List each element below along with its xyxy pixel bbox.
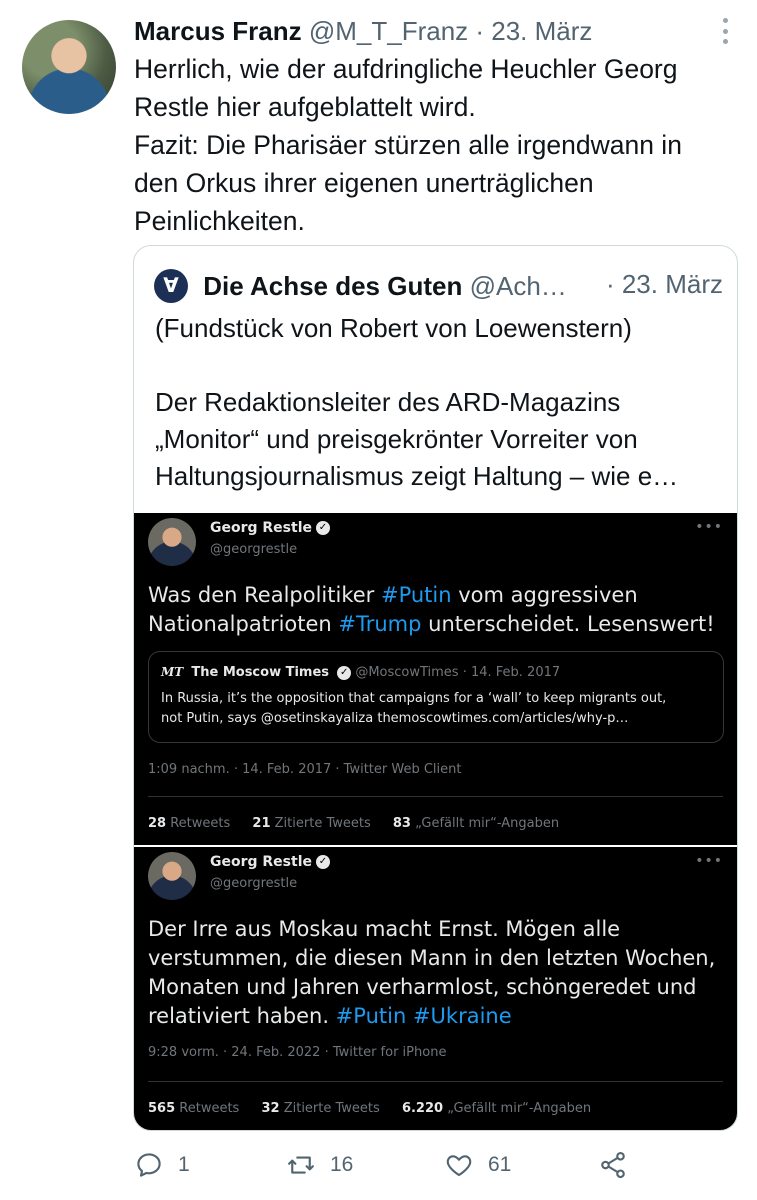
verified-icon: ✓ — [316, 521, 330, 535]
tweet-text: Herrlich, wie der aufdringliche Heuchler… — [134, 54, 682, 236]
like-label: „Gefällt mir“-Angaben — [415, 816, 560, 831]
divider — [148, 1081, 723, 1082]
share-icon — [601, 1151, 625, 1179]
avatar — [148, 518, 196, 566]
heart-icon — [446, 1155, 472, 1177]
author-name[interactable]: Marcus Franz — [134, 16, 302, 46]
hashtag: #Ukraine — [412, 1004, 512, 1028]
quoted-date: · 23. März — [605, 269, 723, 299]
panel-tweet-text: Der Irre aus Moskau macht Ernst. Mögen a… — [148, 915, 723, 1031]
quoted-name: Die Achse des Guten — [203, 271, 463, 302]
author-avatar[interactable] — [22, 20, 116, 114]
retweet-icon — [288, 1156, 314, 1174]
retweet-button[interactable]: 16 — [286, 1148, 353, 1182]
divider — [148, 796, 723, 797]
more-icon[interactable] — [721, 18, 729, 44]
quote-count: 21 — [252, 816, 271, 831]
panel-name-text: Georg Restle — [210, 520, 312, 536]
panel-stats: 28 Retweets 21 Zitierte Tweets 83 „Gefäl… — [148, 816, 577, 831]
quoted-header: ∀ Die Achse des Guten @Ach… · 23. März — [154, 266, 723, 304]
moscow-times-logo: MT — [161, 665, 184, 679]
text-segment: Was den Realpolitiker — [148, 583, 381, 607]
reply-button[interactable]: 1 — [134, 1148, 190, 1182]
verified-icon: ✓ — [316, 855, 330, 869]
author-meta[interactable]: @M_T_Franz · 23. März — [309, 16, 593, 46]
retweet-count: 16 — [330, 1153, 354, 1176]
inner-quote-meta: @MoscowTimes · 14. Feb. 2017 — [355, 665, 561, 680]
like-count: 61 — [488, 1153, 512, 1176]
panel-stats: 565 Retweets 32 Zitierte Tweets 6.220 „G… — [148, 1101, 609, 1116]
panel-author-name: Georg Restle ✓ — [210, 854, 330, 870]
quoted-tweet[interactable]: ∀ Die Achse des Guten @Ach… · 23. März (… — [133, 245, 738, 1131]
panel-timestamp: 1:09 nachm. · 14. Feb. 2017 · Twitter We… — [148, 762, 462, 777]
verified-icon: ✓ — [337, 665, 352, 680]
more-icon: ••• — [695, 519, 723, 535]
inner-quote-header: MT The Moscow Times ✓ @MoscowTimes · 14.… — [161, 665, 560, 680]
quoted-logo: ∀ — [154, 269, 188, 304]
panel-author-handle: @georgrestle — [210, 876, 298, 891]
panel-tweet-text: Was den Realpolitiker #Putin vom aggress… — [148, 581, 723, 639]
inner-quote-text: In Russia, it’s the opposition that camp… — [161, 691, 667, 726]
hashtag: #Putin — [380, 583, 452, 607]
avatar — [148, 852, 196, 900]
panel-name-text: Georg Restle — [210, 854, 312, 870]
reply-icon — [137, 1153, 161, 1177]
retweet-count: 28 — [148, 816, 167, 831]
share-button[interactable] — [598, 1148, 642, 1182]
panel-author-name: Georg Restle ✓ — [210, 520, 330, 536]
hashtag: #Putin — [335, 1004, 407, 1028]
retweet-count: 565 — [148, 1101, 176, 1116]
retweet-label: Retweets — [170, 816, 231, 831]
more-icon: ••• — [695, 853, 723, 869]
panel-author-handle: @georgrestle — [210, 542, 298, 557]
screenshot-panel-1: Georg Restle ✓ @georgrestle ••• Was den R… — [134, 513, 737, 845]
quoted-text: (Fundstück von Robert von Loewenstern) D… — [155, 313, 679, 491]
quote-count: 32 — [261, 1101, 280, 1116]
like-count: 83 — [392, 816, 411, 831]
quoted-handle: @Ach… — [469, 271, 567, 302]
tweet-actions: 1 16 61 — [134, 1148, 734, 1182]
reply-count: 1 — [178, 1153, 190, 1176]
hashtag: #Trump — [338, 612, 422, 636]
like-label: „Gefällt mir“-Angaben — [447, 1101, 592, 1116]
screenshot-panel-2: Georg Restle ✓ @georgrestle ••• Der Irre … — [134, 847, 737, 1130]
quote-label: Zitierte Tweets — [274, 816, 371, 831]
panel-timestamp: 9:28 vorm. · 24. Feb. 2022 · Twitter for… — [148, 1045, 447, 1060]
like-button[interactable]: 61 — [444, 1148, 511, 1182]
inner-quoted-tweet: MT The Moscow Times ✓ @MoscowTimes · 14.… — [148, 651, 724, 743]
like-count: 6.220 — [401, 1101, 444, 1116]
quote-label: Zitierte Tweets — [283, 1101, 380, 1116]
text-segment: unterscheidet. Lesenswert! — [421, 612, 715, 636]
retweet-label: Retweets — [179, 1101, 240, 1116]
inner-quote-name: The Moscow Times — [191, 665, 330, 680]
tweet-header: Marcus Franz @M_T_Franz · 23. März — [134, 14, 737, 48]
